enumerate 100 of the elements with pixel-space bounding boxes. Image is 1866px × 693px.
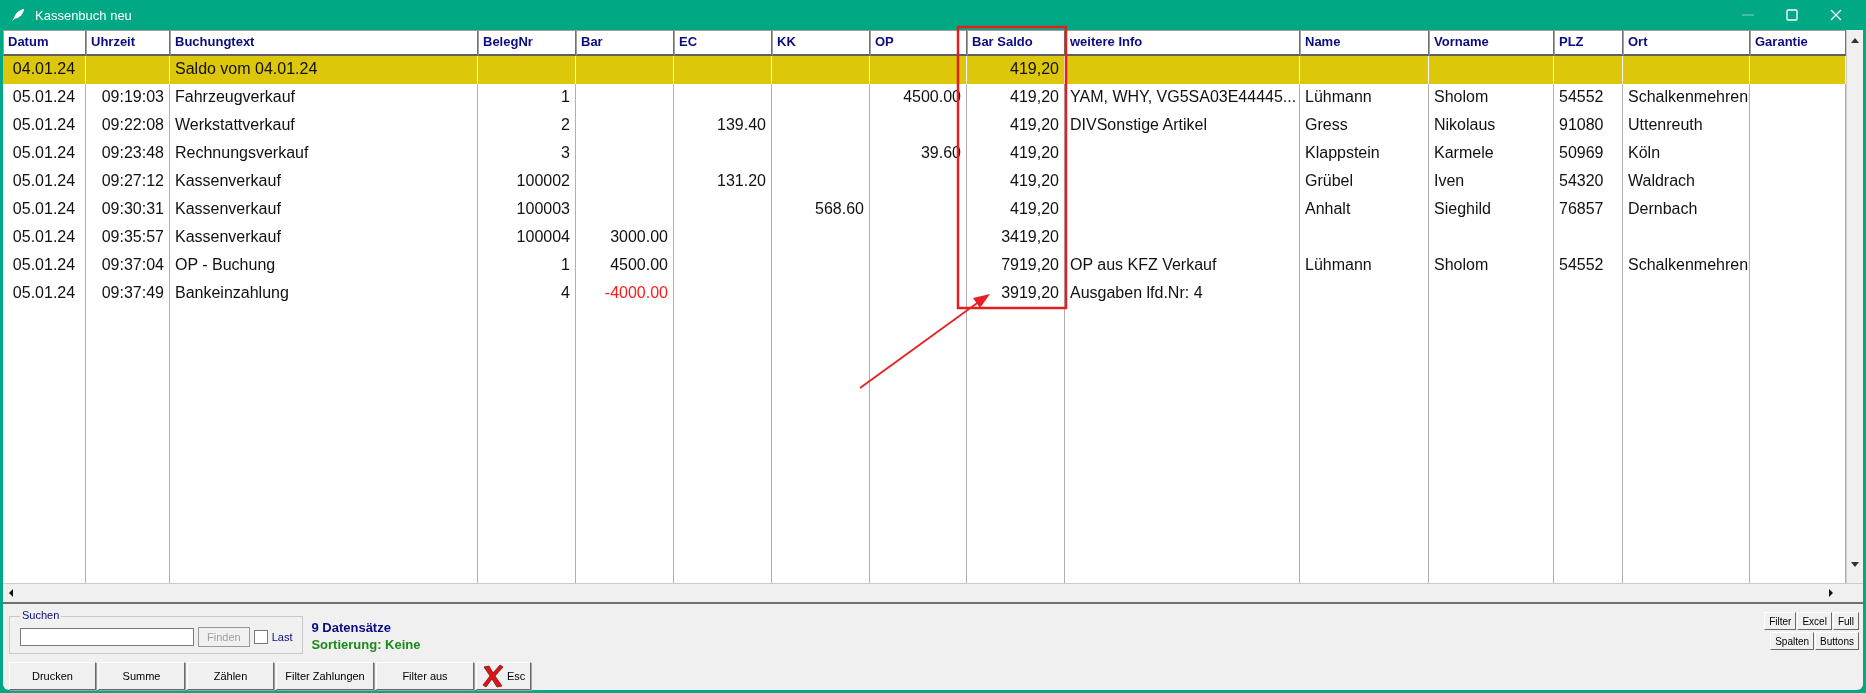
- column-header[interactable]: EC: [674, 30, 772, 56]
- column-header[interactable]: Vorname: [1429, 30, 1554, 56]
- search-field[interactable]: [20, 628, 194, 646]
- toolbar-button[interactable]: Filter Zahlungen: [276, 662, 374, 690]
- maximize-icon[interactable]: [1785, 8, 1799, 22]
- toolbar-button[interactable]: Zählen: [187, 662, 274, 690]
- table-cell: Sieghild: [1429, 196, 1554, 224]
- column-header[interactable]: Ort: [1623, 30, 1750, 56]
- table-cell: Kassenverkauf: [170, 168, 478, 196]
- table-cell: Lühmann: [1300, 84, 1429, 112]
- table-cell: Nikolaus: [1429, 112, 1554, 140]
- esc-button[interactable]: Esc: [476, 662, 531, 690]
- table-cell: 4500.00: [576, 252, 674, 280]
- table-cell: Rechnungsverkauf: [170, 140, 478, 168]
- table-cell: 09:35:57: [86, 224, 170, 252]
- table-cell: 05.01.24: [3, 252, 86, 280]
- table-cell: 91080: [1554, 112, 1623, 140]
- table-cell: Waldrach: [1623, 168, 1750, 196]
- column-header[interactable]: Datum: [3, 30, 86, 56]
- table-cell: OP - Buchung: [170, 252, 478, 280]
- table-cell: 09:37:49: [86, 280, 170, 308]
- column-header[interactable]: Bar: [576, 30, 674, 56]
- table-cell: 100003: [478, 196, 576, 224]
- table-cell: 419,20: [967, 56, 1065, 84]
- column-header[interactable]: Buchungtext: [170, 30, 478, 56]
- toolbar-button[interactable]: Summe: [98, 662, 185, 690]
- column-header[interactable]: Uhrzeit: [86, 30, 170, 56]
- table-cell: 2: [478, 112, 576, 140]
- scroll-down-icon[interactable]: [1850, 561, 1860, 569]
- table-cell: 419,20: [967, 84, 1065, 112]
- side-button[interactable]: Full: [1832, 612, 1859, 630]
- column-header[interactable]: Name: [1300, 30, 1429, 56]
- vertical-scrollbar[interactable]: [1846, 30, 1863, 583]
- table-cell: 05.01.24: [3, 140, 86, 168]
- table-cell: Lühmann: [1300, 252, 1429, 280]
- side-button[interactable]: Spalten: [1770, 632, 1815, 650]
- toolbar-button[interactable]: Filter aus: [376, 662, 474, 690]
- column-header[interactable]: PLZ: [1554, 30, 1623, 56]
- table-cell: 131.20: [674, 168, 772, 196]
- table-cell: 54552: [1554, 84, 1623, 112]
- table-cell: 419,20: [967, 112, 1065, 140]
- table-cell: Iven: [1429, 168, 1554, 196]
- table-cell: Sholom: [1429, 84, 1554, 112]
- column-header[interactable]: Bar Saldo: [967, 30, 1065, 56]
- table-cell: -4000.00: [576, 280, 674, 308]
- scroll-up-icon[interactable]: [1850, 36, 1860, 44]
- table-cell: 09:37:04: [86, 252, 170, 280]
- table-cell: 05.01.24: [3, 112, 86, 140]
- side-button[interactable]: Excel: [1797, 612, 1832, 630]
- table-cell: Schalkenmehren: [1623, 252, 1750, 280]
- column-header[interactable]: BelegNr: [478, 30, 576, 56]
- table-cell: 1: [478, 84, 576, 112]
- table-cell: 05.01.24: [3, 224, 86, 252]
- table-cell: Saldo vom 04.01.24: [170, 56, 478, 84]
- table-cell: YAM, WHY, VG5SA03E44445...: [1065, 84, 1300, 112]
- table-cell: 419,20: [967, 196, 1065, 224]
- table-cell: 54320: [1554, 168, 1623, 196]
- table-cell: Kassenverkauf: [170, 224, 478, 252]
- horizontal-scrollbar[interactable]: [3, 583, 1863, 604]
- table-cell: 09:30:31: [86, 196, 170, 224]
- column-header[interactable]: weitere Info: [1065, 30, 1300, 56]
- table-cell: 09:23:48: [86, 140, 170, 168]
- side-button[interactable]: Filter: [1764, 612, 1797, 630]
- table-cell: Bankeinzahlung: [170, 280, 478, 308]
- table-cell: Karmele: [1429, 140, 1554, 168]
- side-button[interactable]: Buttons: [1815, 632, 1859, 650]
- cross-icon: [481, 664, 505, 688]
- table-cell: 54552: [1554, 252, 1623, 280]
- table-cell: 50969: [1554, 140, 1623, 168]
- column-header[interactable]: Garantie: [1750, 30, 1846, 56]
- table-cell: 100002: [478, 168, 576, 196]
- table-cell: 76857: [1554, 196, 1623, 224]
- table-cell: 3000.00: [576, 224, 674, 252]
- table-cell: 09:27:12: [86, 168, 170, 196]
- table-cell: 05.01.24: [3, 84, 86, 112]
- table-cell: 1: [478, 252, 576, 280]
- highlighted-row[interactable]: 04.01.24 Saldo vom 04.01.24 419,20: [3, 56, 1846, 84]
- table-cell: Anhalt: [1300, 196, 1429, 224]
- table-cell: 139.40: [674, 112, 772, 140]
- table-cell: 100004: [478, 224, 576, 252]
- table-cell: 05.01.24: [3, 168, 86, 196]
- table-cell: Ausgaben lfd.Nr: 4: [1065, 280, 1300, 308]
- close-icon[interactable]: [1829, 8, 1843, 22]
- table-cell: 09:19:03: [86, 84, 170, 112]
- checkbox[interactable]: [253, 630, 268, 644]
- toolbar-button[interactable]: Drucken: [9, 662, 96, 690]
- table-cell: 568.60: [772, 196, 870, 224]
- table-cell: 09:22:08: [86, 112, 170, 140]
- scroll-right-icon[interactable]: [1827, 588, 1835, 598]
- table-cell: Werkstattverkauf: [170, 112, 478, 140]
- leaf-icon: [11, 8, 25, 22]
- column-header[interactable]: OP: [870, 30, 967, 56]
- table-cell: Schalkenmehren: [1623, 84, 1750, 112]
- column-header[interactable]: KK: [772, 30, 870, 56]
- group-label: Suchen: [20, 609, 62, 621]
- sorting-status: Sortierung: Keine: [311, 637, 421, 652]
- window-title: Kassenbuch neu: [35, 7, 132, 23]
- scroll-left-icon[interactable]: [7, 588, 15, 598]
- table-cell: 05.01.24: [3, 280, 86, 308]
- table-cell: 4: [478, 280, 576, 308]
